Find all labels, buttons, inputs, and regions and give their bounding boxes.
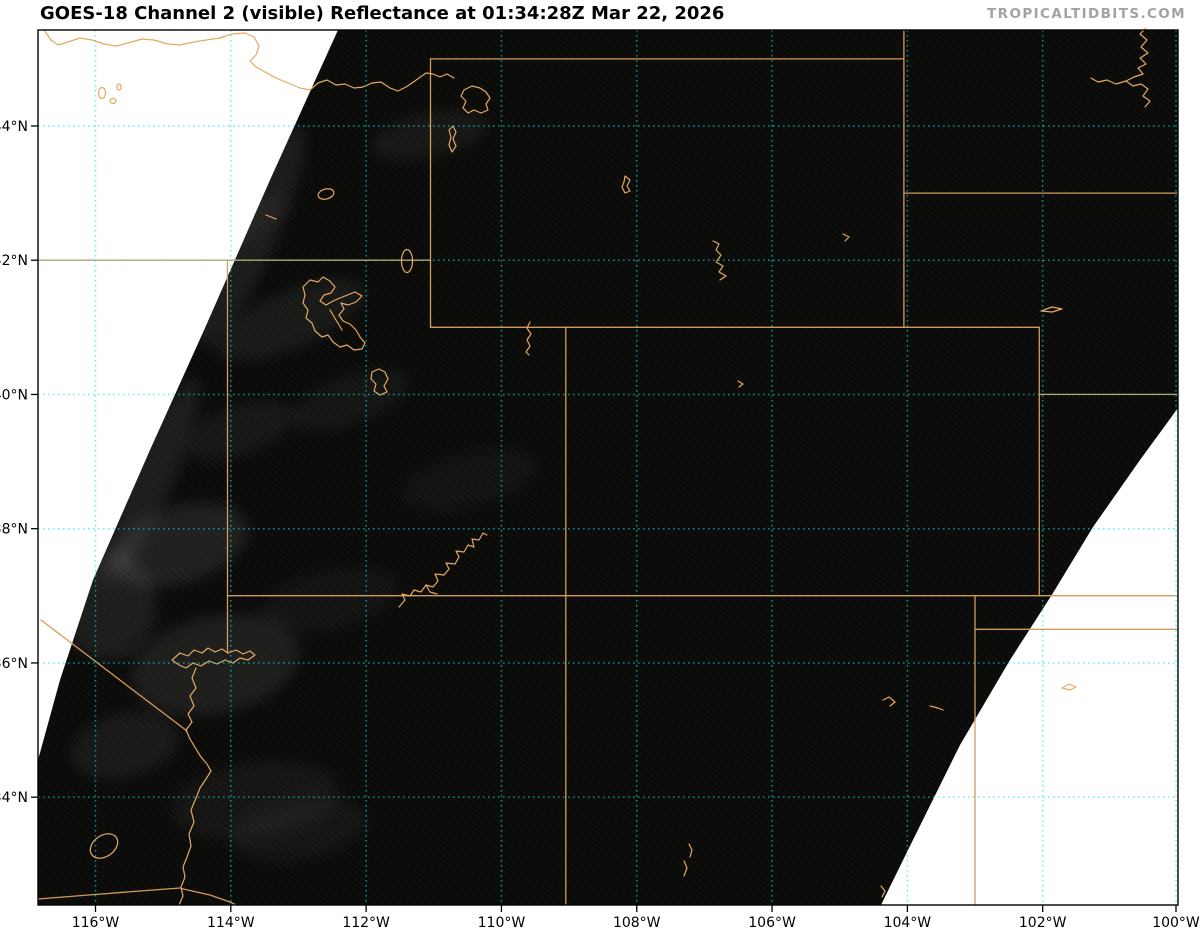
lon-tick-label: 108°W <box>613 915 661 929</box>
lat-tick-label: 44°N <box>0 119 28 135</box>
lat-tick-label: 36°N <box>0 656 28 672</box>
lat-tick-label: 38°N <box>0 522 28 538</box>
lat-tick-label: 34°N <box>0 790 28 806</box>
lon-tick-label: 116°W <box>72 915 120 929</box>
lon-tick-label: 104°W <box>884 915 932 929</box>
lon-tick-label: 110°W <box>478 915 526 929</box>
page-title: GOES-18 Channel 2 (visible) Reflectance … <box>40 3 725 24</box>
lon-tick-label: 114°W <box>207 915 255 929</box>
lon-tick-label: 106°W <box>748 915 796 929</box>
satellite-map-figure: 44°N 42°N 40°N 38°N 36°N 34°N 116°W 114°W 112°W 1… <box>0 0 1200 929</box>
lon-tick-label: 112°W <box>342 915 390 929</box>
lon-tick-label: 100°W <box>1152 915 1200 929</box>
lon-tick-label: 102°W <box>1019 915 1067 929</box>
map-canvas: 44°N 42°N 40°N 38°N 36°N 34°N 116°W 114°W 112°W 1… <box>0 0 1200 929</box>
lat-tick-label: 42°N <box>0 253 28 269</box>
lat-tick-label: 40°N <box>0 387 28 403</box>
watermark-text: TROPICALTIDBITS.COM <box>987 6 1186 22</box>
